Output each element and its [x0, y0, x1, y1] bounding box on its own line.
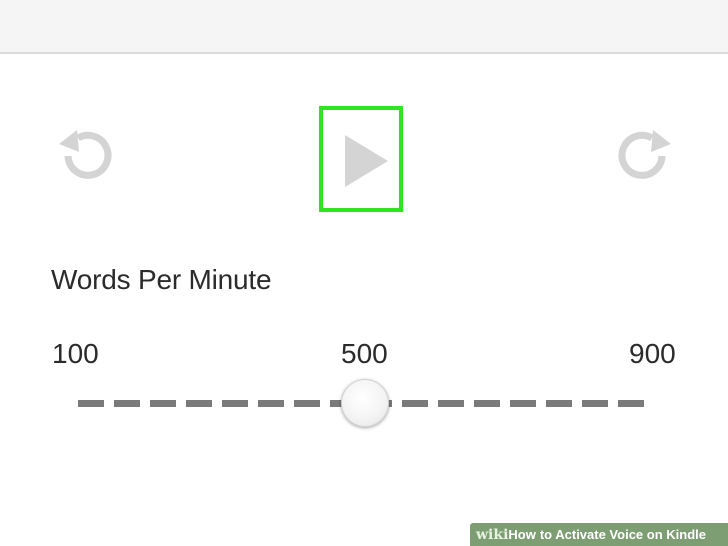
forward-icon — [618, 130, 671, 179]
watermark-how: How — [508, 527, 536, 542]
words-per-minute-label: Words Per Minute — [51, 264, 272, 295]
wikihow-watermark: wiki How to Activate Voice on Kindle — [470, 523, 728, 546]
rewind-button[interactable] — [52, 124, 118, 190]
watermark-title: to Activate Voice on Kindle — [539, 527, 706, 542]
slider-mid-label: 500 — [341, 338, 388, 369]
play-icon — [345, 135, 388, 187]
forward-button[interactable] — [612, 124, 678, 190]
words-per-minute-slider[interactable] — [78, 379, 652, 427]
slider-thumb[interactable] — [341, 379, 389, 427]
kindle-voice-screen: Words Per Minute 100 500 900 wiki How to… — [0, 0, 728, 546]
rewind-icon — [59, 130, 112, 179]
play-button[interactable] — [319, 106, 403, 212]
wikihow-logo-text: wiki — [476, 526, 509, 543]
top-toolbar — [0, 0, 728, 54]
slider-min-label: 100 — [52, 338, 99, 369]
slider-max-label: 900 — [629, 338, 676, 369]
